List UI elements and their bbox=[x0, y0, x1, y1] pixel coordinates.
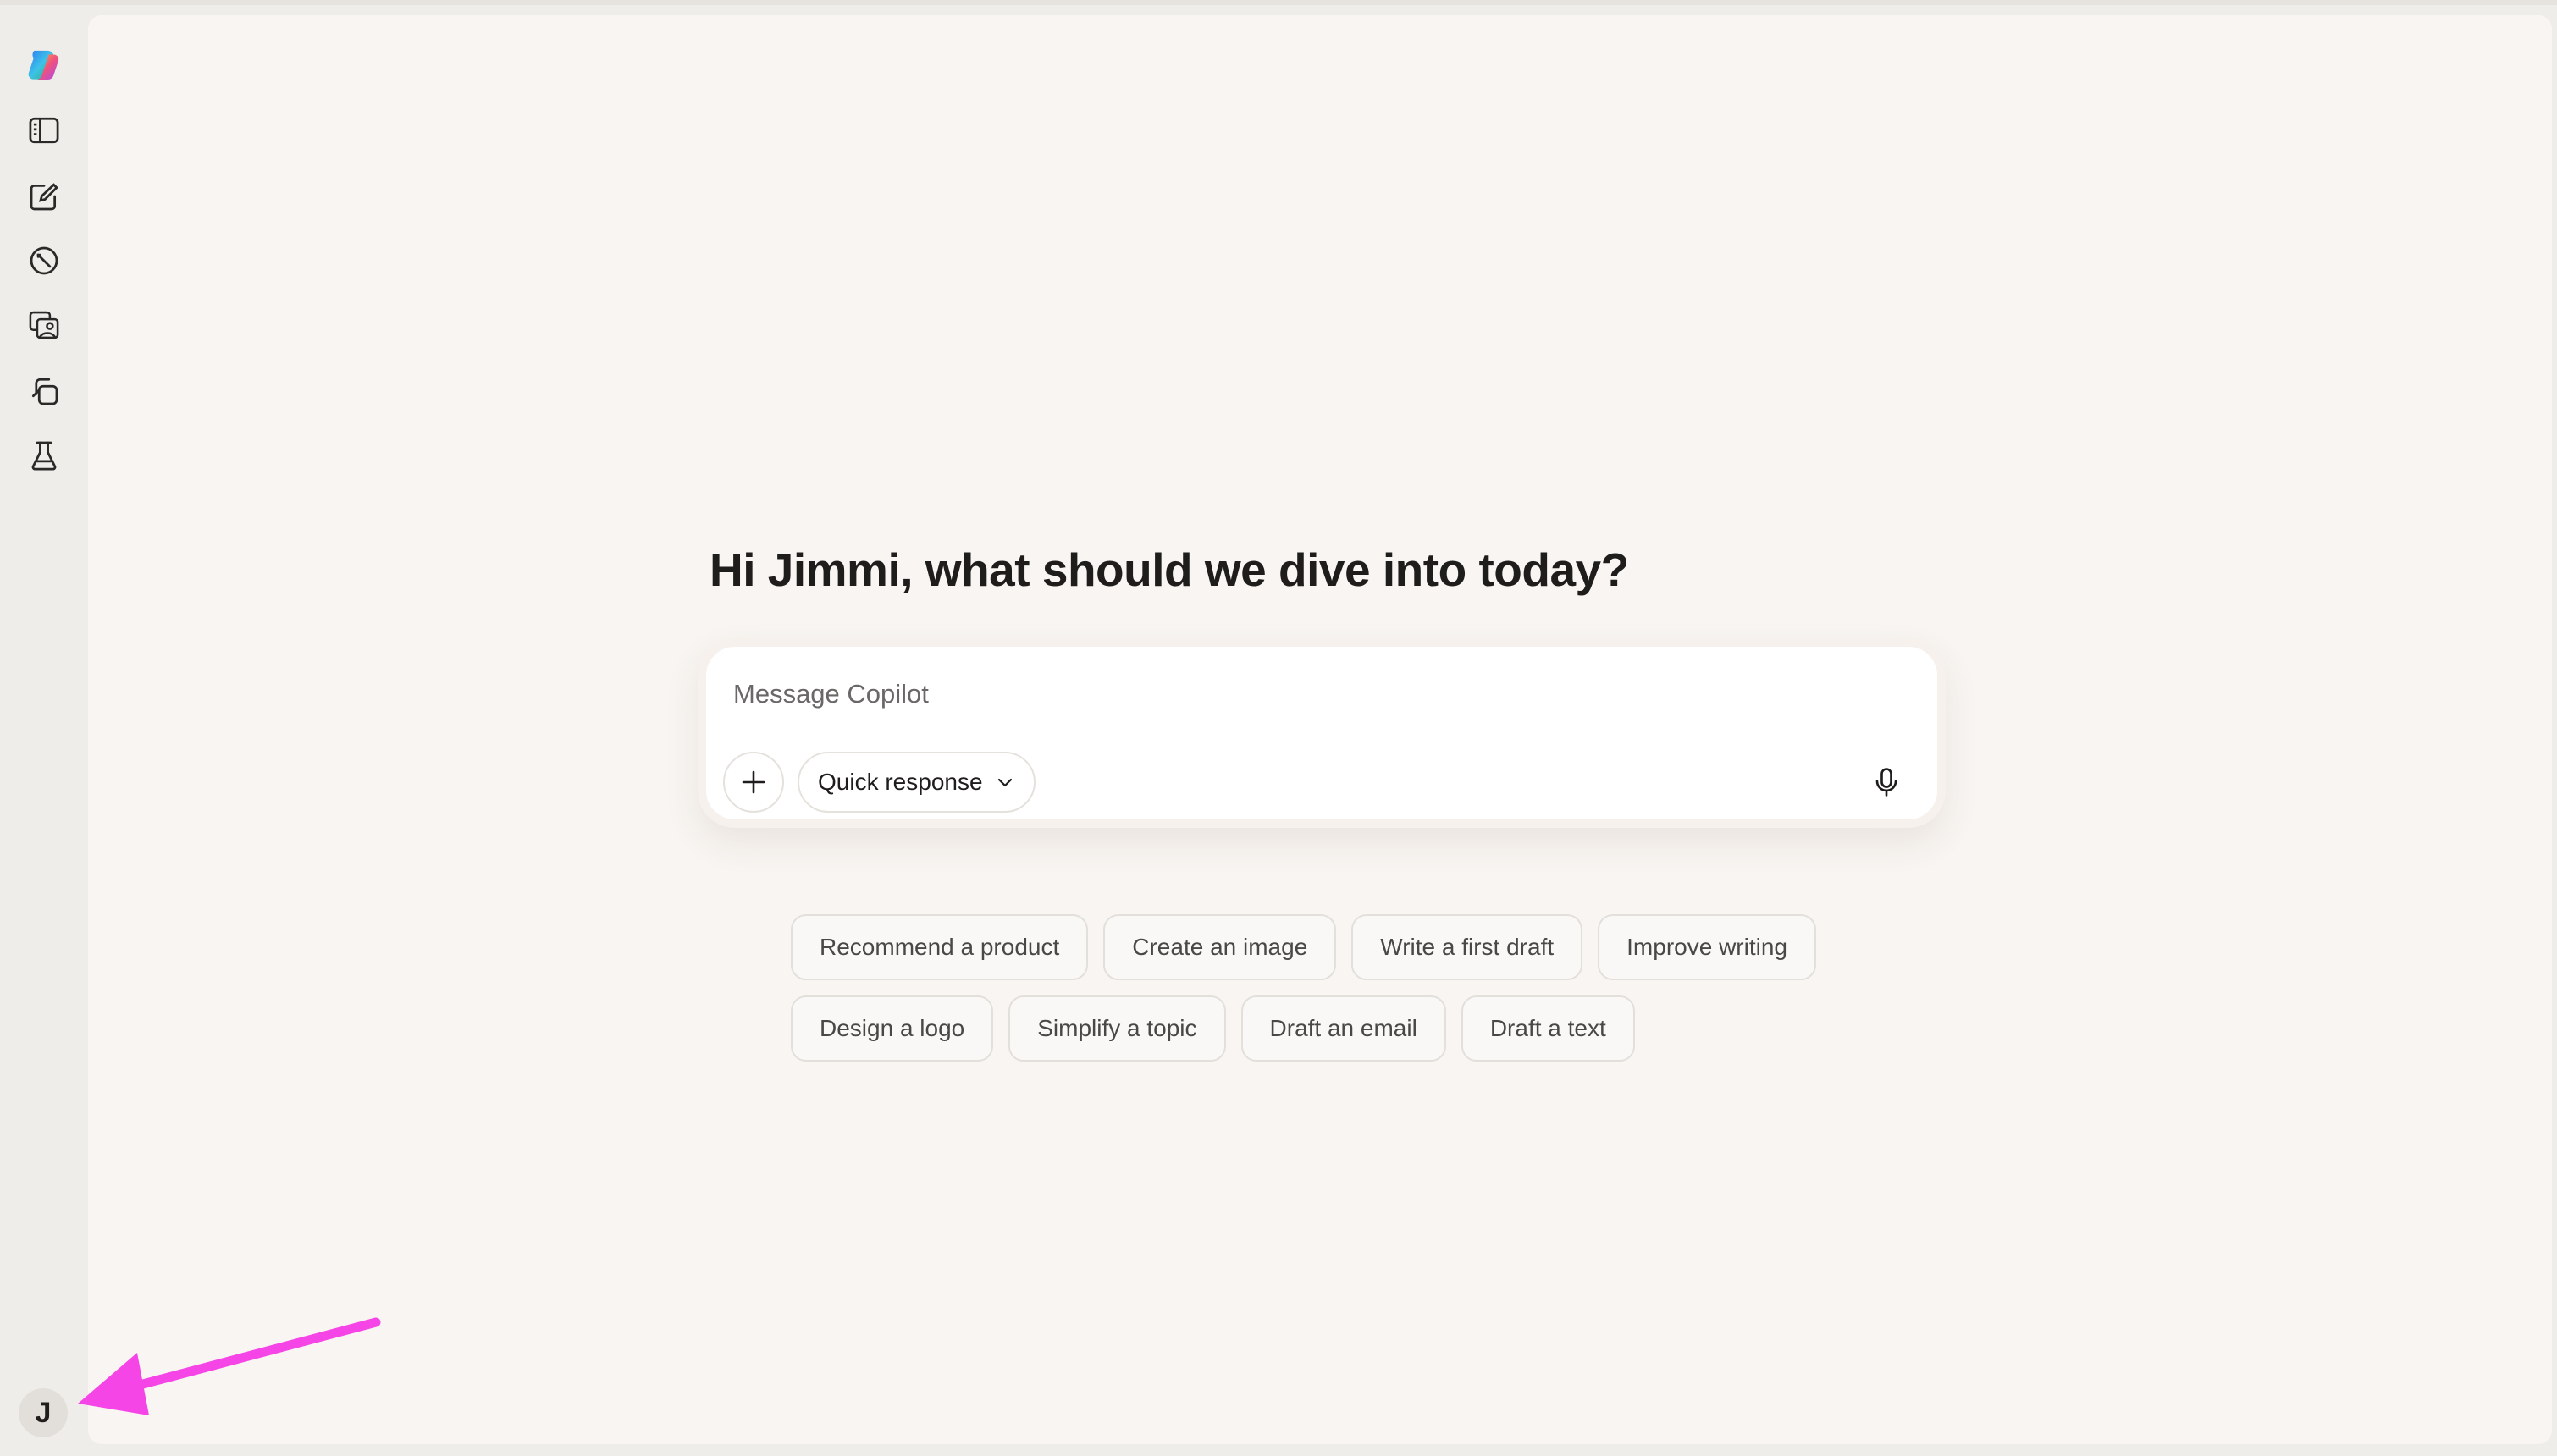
main-content: Hi Jimmi, what should we dive into today… bbox=[88, 15, 2552, 1444]
suggestion-chip[interactable]: Create an image bbox=[1103, 914, 1337, 980]
suggestion-chip[interactable]: Simplify a topic bbox=[1008, 995, 1226, 1062]
suggestion-chip[interactable]: Draft a text bbox=[1461, 995, 1635, 1062]
pages-icon[interactable] bbox=[19, 366, 69, 416]
response-mode-dropdown[interactable]: Quick response bbox=[798, 752, 1036, 813]
suggestion-chip[interactable]: Design a logo bbox=[791, 995, 994, 1062]
sidebar: J bbox=[0, 5, 88, 1456]
chevron-down-icon bbox=[997, 778, 1012, 787]
message-input[interactable] bbox=[732, 672, 1836, 716]
window-top-strip bbox=[0, 0, 2557, 5]
suggestion-chips: Recommend a product Create an image Writ… bbox=[791, 914, 1892, 1077]
new-chat-icon[interactable] bbox=[19, 171, 69, 222]
image-gallery-icon[interactable] bbox=[19, 300, 69, 350]
sidebar-toggle-icon[interactable] bbox=[19, 105, 69, 156]
suggestion-chip[interactable]: Write a first draft bbox=[1351, 914, 1583, 980]
discover-compass-icon[interactable] bbox=[19, 235, 69, 286]
response-mode-label: Quick response bbox=[818, 769, 983, 795]
copilot-logo-icon[interactable] bbox=[19, 39, 69, 90]
plus-icon bbox=[742, 770, 765, 794]
page-greeting: Hi Jimmi, what should we dive into today… bbox=[710, 543, 1629, 596]
message-composer: Quick response bbox=[698, 638, 1946, 828]
microphone-button[interactable] bbox=[1856, 752, 1917, 813]
suggestion-row: Recommend a product Create an image Writ… bbox=[791, 914, 1892, 980]
suggestion-chip[interactable]: Draft an email bbox=[1240, 995, 1446, 1062]
suggestion-chip[interactable]: Recommend a product bbox=[791, 914, 1089, 980]
labs-flask-icon[interactable] bbox=[19, 430, 69, 481]
microphone-icon bbox=[1875, 768, 1897, 797]
add-attachment-button[interactable] bbox=[723, 752, 784, 813]
user-avatar[interactable]: J bbox=[19, 1388, 68, 1437]
suggestion-chip[interactable]: Improve writing bbox=[1598, 914, 1816, 980]
suggestion-row: Design a logo Simplify a topic Draft an … bbox=[791, 995, 1892, 1062]
